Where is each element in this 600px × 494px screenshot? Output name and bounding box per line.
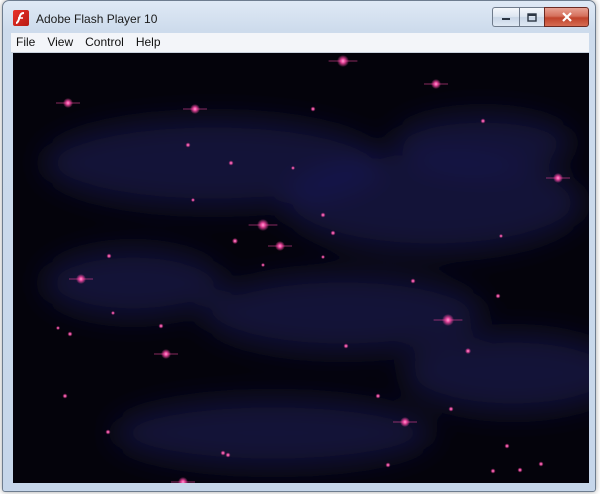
menu-view[interactable]: View: [41, 33, 79, 52]
star: [111, 311, 115, 315]
menu-bar: File View Control Help: [11, 33, 589, 53]
close-icon: [561, 12, 572, 22]
star: [499, 234, 503, 238]
star: [105, 429, 111, 435]
star: [517, 467, 523, 473]
nebula-clouds: [43, 113, 589, 468]
star: [56, 98, 80, 108]
star: [171, 477, 195, 483]
flash-player-window: Adobe Flash Player 10 File View Control …: [2, 0, 596, 492]
nebula-cloud: [203, 273, 483, 353]
star: [330, 230, 336, 236]
star: [261, 263, 265, 267]
star: [328, 55, 358, 67]
star: [56, 326, 60, 330]
menu-help[interactable]: Help: [130, 33, 167, 52]
star: [321, 255, 325, 259]
star: [220, 450, 226, 456]
star: [343, 343, 349, 349]
menu-file[interactable]: File: [11, 33, 41, 52]
flash-app-icon: [13, 10, 29, 26]
star: [538, 461, 544, 467]
star: [248, 219, 278, 231]
title-bar[interactable]: Adobe Flash Player 10: [3, 1, 595, 33]
nebula-cloud: [403, 333, 589, 413]
window-controls: [492, 7, 589, 27]
star: [504, 443, 510, 449]
star: [154, 349, 178, 359]
star: [158, 323, 164, 329]
maximize-icon: [527, 12, 537, 22]
star: [490, 468, 496, 474]
star: [310, 106, 316, 112]
star: [320, 212, 326, 218]
star: [225, 452, 231, 458]
star: [191, 198, 195, 202]
star: [106, 253, 112, 259]
star: [385, 462, 391, 468]
star: [268, 241, 292, 251]
star: [291, 166, 295, 170]
star: [232, 238, 238, 244]
star: [183, 104, 207, 114]
menu-control[interactable]: Control: [79, 33, 130, 52]
star: [480, 118, 486, 124]
star: [375, 393, 381, 399]
nebula-cloud: [43, 248, 223, 318]
window-title: Adobe Flash Player 10: [36, 12, 158, 26]
star: [410, 278, 416, 284]
star: [185, 142, 191, 148]
star: [465, 348, 471, 354]
minimize-icon: [502, 18, 510, 20]
starfield-canvas: [43, 55, 589, 483]
maximize-button[interactable]: [519, 7, 544, 27]
star: [448, 406, 454, 412]
close-button[interactable]: [544, 7, 589, 27]
flash-stage[interactable]: [13, 53, 589, 483]
nebula-cloud: [113, 398, 433, 468]
star: [228, 160, 234, 166]
nebula-cloud: [283, 153, 583, 253]
star: [424, 79, 448, 89]
star: [67, 331, 73, 337]
star: [62, 393, 68, 399]
star: [495, 293, 501, 299]
minimize-button[interactable]: [492, 7, 519, 27]
